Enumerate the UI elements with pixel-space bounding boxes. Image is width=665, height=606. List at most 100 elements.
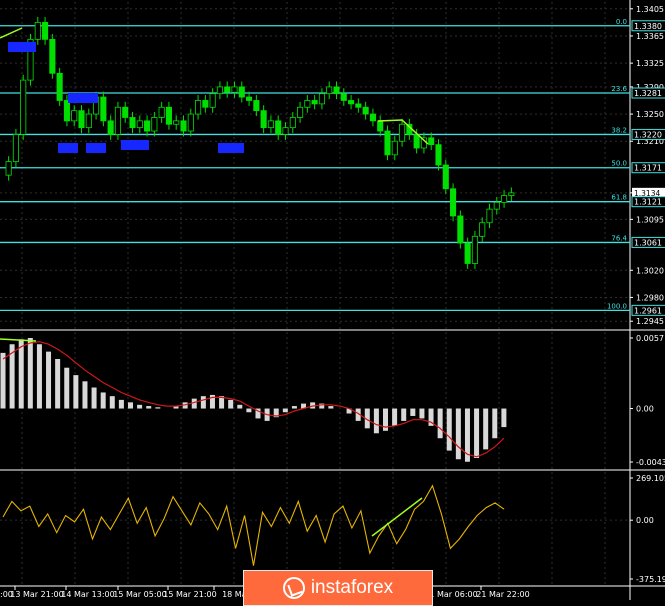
fib-level-label: 100.0 <box>607 302 627 310</box>
candle-body <box>136 120 143 129</box>
candle-body <box>464 242 471 264</box>
candle-body <box>486 208 493 224</box>
candle-body <box>107 120 114 135</box>
candle-body <box>231 86 238 93</box>
candle-body <box>508 192 515 196</box>
fib-level-label: 61.8 <box>611 194 627 202</box>
candle-body <box>216 86 223 95</box>
time-tick-label: 15 Mar 05:00 <box>113 590 166 599</box>
fib-level-label: 50.0 <box>611 160 627 168</box>
time-tick-label: 13 Mar 21:00 <box>10 590 63 599</box>
candle-body <box>195 100 202 115</box>
grid <box>0 0 665 600</box>
candle-body <box>348 100 355 105</box>
candle-body <box>209 93 216 108</box>
candle-body <box>318 93 325 105</box>
candle-body <box>333 86 340 95</box>
fib-level-label: 38.2 <box>611 126 627 134</box>
candle-body <box>289 117 296 129</box>
candle-body <box>311 100 318 105</box>
support-resistance-marker <box>8 42 36 52</box>
candle-body <box>450 188 457 217</box>
candle-body <box>435 144 442 166</box>
candle-body <box>253 100 260 112</box>
price-tick-label: 1.3095 <box>636 215 664 224</box>
candle-body <box>78 110 85 129</box>
fib-price-label: 1.3171 <box>634 164 662 173</box>
candle-body <box>144 120 151 132</box>
candle-body <box>297 106 304 118</box>
candle-body <box>442 164 449 190</box>
candle-body <box>340 93 347 101</box>
candle-body <box>362 106 369 115</box>
candle-body <box>479 222 486 237</box>
candle-body <box>122 106 129 118</box>
price-axis: 1.34051.33651.33251.32901.32501.32101.31… <box>630 5 665 584</box>
fib-price-label: 1.3061 <box>634 238 662 247</box>
cci-line <box>2 484 505 566</box>
fib-price-label: 1.3220 <box>634 130 662 139</box>
candle-body <box>267 120 274 129</box>
cci-tick-label: 269.105 <box>636 474 665 483</box>
candle-body <box>187 113 194 132</box>
price-tick-label: 1.3365 <box>636 32 664 41</box>
fib-level-label: 76.4 <box>611 234 627 242</box>
candle-body <box>224 86 231 93</box>
candle-body <box>180 120 187 132</box>
price-tick-label: 1.2945 <box>636 317 664 326</box>
candle-body <box>12 134 19 163</box>
price-tick-label: 1.3250 <box>636 110 664 119</box>
support-resistance-marker <box>121 140 149 150</box>
candle-body <box>42 21 49 40</box>
time-tick-label: 14 Mar 13:00 <box>61 590 114 599</box>
candle-body <box>151 117 158 132</box>
candle-body <box>173 120 180 125</box>
macd-tick-label: 0.0057 <box>636 334 664 343</box>
fib-level-label: 0.0 <box>616 18 627 26</box>
candle-body <box>85 113 92 129</box>
candle-body <box>56 72 63 101</box>
candle-body <box>501 195 508 203</box>
candle-body <box>63 100 70 122</box>
price-tick-label: 1.3325 <box>636 59 664 68</box>
candle-body <box>493 201 500 210</box>
macd-tick-label: 0.00 <box>636 405 654 414</box>
macd-panel <box>0 338 507 462</box>
candle-body <box>129 117 136 129</box>
candle-body <box>165 106 172 125</box>
cci-tick-label: 0.00 <box>636 516 654 525</box>
support-resistance-marker <box>218 143 244 153</box>
support-resistance-marker <box>58 143 78 153</box>
price-panel: 0.0 23.6 38.2 50.0 61.8 76.4 100.0 <box>0 16 630 311</box>
candle-body <box>275 120 282 135</box>
candle-body <box>326 86 333 95</box>
candle-body <box>369 113 376 122</box>
candle-body <box>471 235 478 264</box>
macd-tick-label: -0.00432 <box>636 458 665 467</box>
candle-body <box>304 100 311 108</box>
candle-body <box>246 96 253 101</box>
candle-body <box>282 127 289 135</box>
candle-body <box>391 140 398 156</box>
candle-body <box>114 106 121 135</box>
chart-canvas: 0.0 23.6 38.2 50.0 61.8 76.4 100.0 1.3405 1.336… <box>0 0 665 600</box>
cci-divergence-line <box>371 497 423 537</box>
candle-body <box>428 137 435 146</box>
candle-body <box>457 215 464 244</box>
candle-body <box>5 161 12 176</box>
candle-body <box>238 86 245 98</box>
cci-tick-label: -375.197 <box>636 575 665 584</box>
time-tick-label: 15 Mar 21:00 <box>163 590 216 599</box>
candle-body <box>71 110 78 122</box>
price-divergence-line <box>0 27 23 39</box>
candle-body <box>399 123 406 142</box>
price-tick-label: 1.3405 <box>636 5 664 14</box>
candle-body <box>260 110 267 129</box>
candle-body <box>49 38 56 74</box>
candle-body <box>202 100 209 108</box>
candle-body <box>34 21 41 40</box>
instaforex-logo: instaforex <box>243 570 433 606</box>
fib-price-label: 1.2961 <box>634 306 662 315</box>
price-tick-label: 1.3020 <box>636 266 664 275</box>
fib-price-label: 1.3380 <box>634 22 662 31</box>
